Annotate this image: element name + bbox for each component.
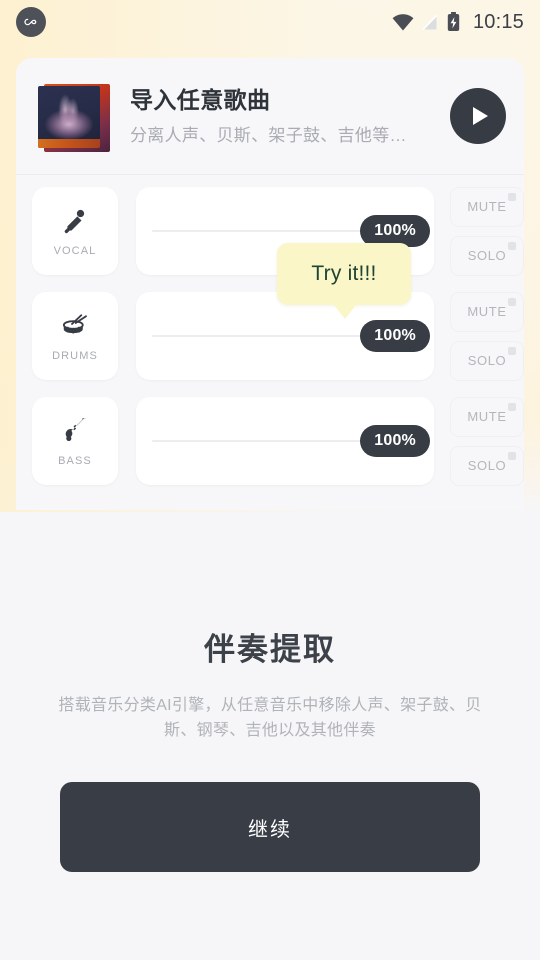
promo-section: 伴奏提取 搭载音乐分类AI引擎，从任意音乐中移除人声、架子鼓、贝斯、钢琴、吉他以… bbox=[0, 512, 540, 960]
cellular-signal-off-icon bbox=[421, 14, 438, 31]
stem-label: DRUMS bbox=[52, 349, 98, 362]
app-screen: 10:15 导入任意歌曲 分离人声、贝斯、架子鼓、吉他等… VOCAL 100%… bbox=[0, 0, 540, 960]
play-icon bbox=[472, 107, 488, 125]
song-header[interactable]: 导入任意歌曲 分离人声、贝斯、架子鼓、吉他等… bbox=[16, 58, 524, 175]
stem-label: BASS bbox=[58, 454, 92, 467]
wifi-icon bbox=[392, 14, 414, 31]
album-art-thumbnail bbox=[38, 80, 110, 152]
solo-label: SOLO bbox=[467, 248, 507, 263]
track-row: BASS 100% MUTE SOLO bbox=[16, 396, 524, 486]
drums-icon bbox=[60, 311, 90, 341]
continue-button[interactable]: 继续 bbox=[60, 782, 480, 872]
solo-button-drums[interactable]: SOLO bbox=[450, 340, 524, 381]
volume-value-badge[interactable]: 100% bbox=[360, 425, 430, 457]
track-list: VOCAL 100% MUTE SOLO DRUMS 100% MUTE SOL… bbox=[16, 175, 524, 486]
mute-button-bass[interactable]: MUTE bbox=[450, 396, 524, 437]
mute-indicator-icon bbox=[508, 402, 516, 411]
page-title: 伴奏提取 bbox=[204, 632, 336, 667]
mute-button-vocal[interactable]: MUTE bbox=[450, 186, 524, 227]
tooltip-label: Try it!!! bbox=[311, 262, 377, 285]
mixer-panel: 导入任意歌曲 分离人声、贝斯、架子鼓、吉他等… VOCAL 100% MUTE … bbox=[16, 58, 524, 510]
stem-label: VOCAL bbox=[53, 244, 97, 257]
promo-description: 搭载音乐分类AI引擎，从任意音乐中移除人声、架子鼓、贝斯、钢琴、吉他以及其他伴奏 bbox=[58, 697, 482, 739]
stem-tile-bass[interactable]: BASS bbox=[32, 397, 118, 485]
status-time: 10:15 bbox=[472, 10, 524, 33]
status-indicators: 10:15 bbox=[392, 11, 524, 34]
solo-indicator-icon bbox=[508, 451, 516, 460]
infinity-app-icon bbox=[16, 7, 46, 37]
solo-indicator-icon bbox=[508, 346, 516, 355]
track-row: VOCAL 100% MUTE SOLO bbox=[16, 186, 524, 276]
solo-label: SOLO bbox=[467, 353, 507, 368]
mute-label: MUTE bbox=[467, 199, 507, 214]
continue-label: 继续 bbox=[248, 818, 292, 841]
solo-button-bass[interactable]: SOLO bbox=[450, 445, 524, 486]
bass-guitar-icon bbox=[60, 416, 90, 446]
mute-solo-column: MUTE SOLO bbox=[450, 396, 524, 486]
mute-label: MUTE bbox=[467, 409, 507, 424]
microphone-icon bbox=[60, 206, 90, 236]
album-art-front-layer bbox=[38, 86, 100, 148]
stem-tile-drums[interactable]: DRUMS bbox=[32, 292, 118, 380]
stem-tile-vocal[interactable]: VOCAL bbox=[32, 187, 118, 275]
mute-indicator-icon bbox=[508, 297, 516, 306]
solo-button-vocal[interactable]: SOLO bbox=[450, 235, 524, 276]
battery-charging-icon bbox=[447, 12, 460, 32]
song-text-block: 导入任意歌曲 分离人声、贝斯、架子鼓、吉他等… bbox=[130, 86, 440, 147]
status-bar: 10:15 bbox=[0, 0, 540, 44]
song-title: 导入任意歌曲 bbox=[130, 86, 271, 113]
volume-value-badge[interactable]: 100% bbox=[360, 320, 430, 352]
mute-solo-column: MUTE SOLO bbox=[450, 291, 524, 381]
mute-button-drums[interactable]: MUTE bbox=[450, 291, 524, 332]
solo-indicator-icon bbox=[508, 241, 516, 250]
play-button[interactable] bbox=[450, 88, 506, 144]
try-it-tooltip[interactable]: Try it!!! bbox=[277, 243, 411, 319]
solo-label: SOLO bbox=[467, 458, 507, 473]
volume-slider-bass[interactable]: 100% bbox=[136, 397, 434, 485]
mute-indicator-icon bbox=[508, 192, 516, 201]
volume-slider-drums[interactable]: 100% bbox=[136, 292, 434, 380]
track-row: DRUMS 100% MUTE SOLO bbox=[16, 291, 524, 381]
mute-solo-column: MUTE SOLO bbox=[450, 186, 524, 276]
song-subtitle: 分离人声、贝斯、架子鼓、吉他等… bbox=[130, 126, 407, 146]
mute-label: MUTE bbox=[467, 304, 507, 319]
